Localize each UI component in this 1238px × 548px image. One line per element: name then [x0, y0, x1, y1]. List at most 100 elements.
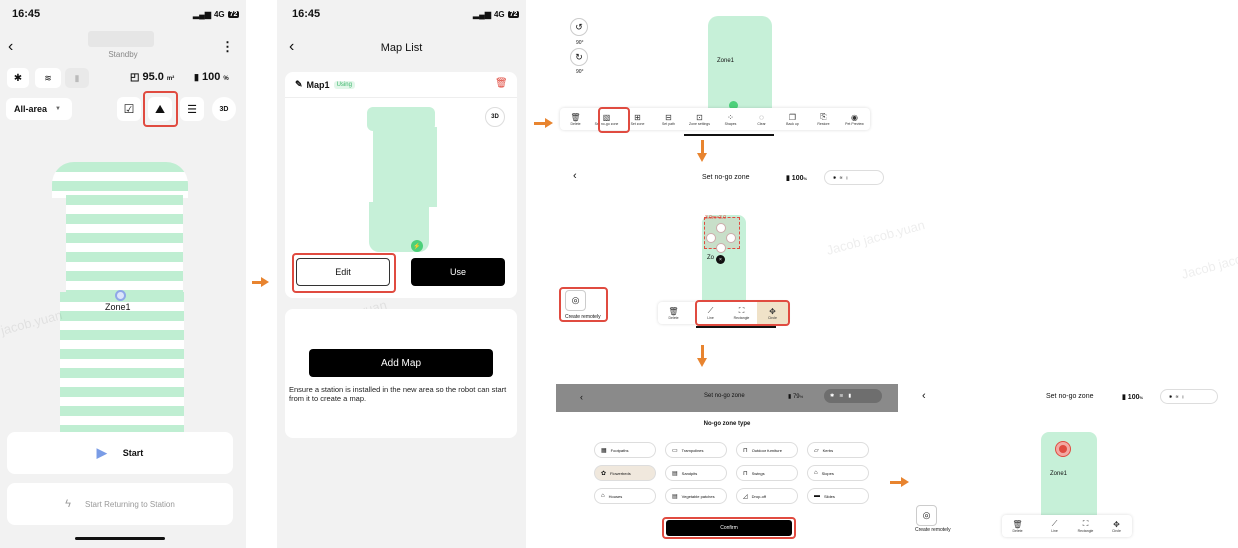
clear-icon: ◌ [759, 112, 764, 122]
toolbar-zone-settings[interactable]: ⊡ Zone settings [684, 108, 715, 130]
toolbar-label: Zone settings [688, 121, 710, 126]
battery-unit: % [1139, 395, 1144, 400]
toolbar-line[interactable]: ⟋ Line [1039, 515, 1070, 537]
type-option[interactable]: ▱ Kerbs [807, 442, 869, 458]
add-map-card: Add Map Ensure a station is installed in… [285, 309, 517, 438]
watermark: Jacob jacob.yuan [824, 217, 927, 258]
zone-label: Zo [707, 255, 715, 261]
type-option[interactable]: ⊓ Swings [736, 465, 798, 481]
status-indicators: ▂▄▆ 4G 72 [193, 10, 240, 19]
arrow-1-head [261, 277, 269, 287]
3d-view-button[interactable]: 3D [212, 97, 236, 121]
toolbar-back-up[interactable]: ❐ Back up [777, 108, 808, 130]
bluetooth-icon[interactable]: ✱ [833, 175, 836, 180]
rotate-right-icon[interactable]: ↻ [570, 48, 588, 66]
type-label: Trampolines [681, 447, 704, 453]
bluetooth-icon[interactable]: ✱ [830, 393, 834, 399]
toolbar-rectangle[interactable]: ⛶ Rectangle [1070, 515, 1101, 537]
type-label: Slopes [821, 470, 834, 476]
start-button[interactable]: ▶ Start [7, 432, 233, 474]
3d-view-button[interactable]: 3D [485, 107, 505, 127]
no-go-result-screen: ‹ Set no-go zone ▮ 100% ✱ ≋ ▮ Zone1 ◎ Cr… [908, 241, 1238, 548]
wifi-icon[interactable]: ≋ [35, 68, 61, 88]
type-option[interactable]: ⌂ Slopes [807, 465, 869, 481]
handle-top[interactable] [716, 223, 726, 233]
slide-icon: ▬ [814, 493, 820, 499]
toolbar-label: Delete [668, 315, 679, 320]
type-label: Houses [608, 493, 623, 499]
highlight-box [143, 91, 178, 127]
type-option[interactable]: ▤ Sandpits [665, 465, 727, 481]
wifi-icon[interactable]: ≋ [839, 393, 843, 399]
toolbar-clear[interactable]: ◌ Clear [746, 108, 777, 130]
trash-icon[interactable]: 🗑 [495, 78, 508, 89]
edit-map-screen: ↺ 90° ↻ 90° Zone1 🗑 Delete ▧ Set no-go zon… [530, 0, 890, 140]
page-title: Set no-go zone [702, 174, 750, 181]
network-label: 4G [213, 10, 225, 19]
area-select[interactable]: All-area ▼ [6, 98, 72, 120]
no-go-zone-circle[interactable] [1055, 441, 1071, 457]
toolbar-restore[interactable]: ⎘ Restore [808, 108, 839, 130]
add-map-button[interactable]: Add Map [309, 349, 493, 377]
toolbar-delete[interactable]: 🗑 Delete [560, 108, 591, 130]
handle-bottom[interactable] [716, 243, 726, 253]
more-icon[interactable]: ⋮ [221, 39, 234, 55]
rotate-left-icon[interactable]: ↺ [570, 18, 588, 36]
toolbar-pet-preview[interactable]: ◉ Pet Preview [839, 108, 870, 130]
toolbar-delete[interactable]: 🗑 Delete [1002, 515, 1033, 537]
back-icon[interactable]: ‹ [922, 390, 926, 402]
start-label: Start [122, 448, 144, 458]
settings-button[interactable]: ☰ [180, 97, 204, 121]
bluetooth-icon[interactable]: ✱ [1169, 394, 1172, 399]
use-button[interactable]: Use [411, 258, 505, 286]
create-remotely-button[interactable]: ◎ [916, 505, 937, 526]
type-option[interactable]: ✿ Flowerbeds [594, 465, 656, 481]
toolbar-label: Shapes [724, 121, 737, 126]
device-name-redacted [88, 31, 154, 47]
map-card-header: ✎ Map1 Using [295, 79, 355, 90]
handle-left[interactable] [706, 233, 716, 243]
toolbar-delete[interactable]: 🗑 Delete [658, 302, 689, 324]
type-label: Kerbs [822, 447, 834, 453]
toolbar-label: Set zone [630, 121, 645, 126]
return-label: Start Returning to Station [85, 499, 175, 509]
close-icon[interactable]: × [716, 255, 725, 264]
wifi-icon[interactable]: ≋ [839, 175, 842, 180]
return-station-button[interactable]: ϟ Start Returning to Station [7, 483, 233, 525]
circle-icon: ✥ [1113, 519, 1120, 529]
bluetooth-icon[interactable]: ✱ [7, 68, 29, 88]
battery-badge: 72 [507, 11, 520, 18]
battery-unit: % [803, 176, 808, 181]
type-option[interactable]: ◿ Drop-off [736, 488, 798, 504]
area-value: 95.0 [142, 71, 164, 83]
edit-pencil-icon[interactable]: ✎ [295, 79, 303, 90]
cellular-icon[interactable]: ▮ [848, 393, 851, 399]
type-option[interactable]: ▬ Slides [807, 488, 869, 504]
battery-value: 100 [1127, 394, 1140, 401]
type-option[interactable]: ▭ Trampolines [665, 442, 727, 458]
type-label: Sandpits [681, 470, 698, 476]
toolbar-circle[interactable]: ✥ Circle [1101, 515, 1132, 537]
page-title: Set no-go zone [1046, 393, 1094, 400]
back-icon[interactable]: ‹ [573, 170, 577, 182]
arrow-3-shaft [701, 140, 704, 154]
type-option[interactable]: ▤ Vegetable patches [665, 488, 727, 504]
type-option[interactable]: ▦ Footpaths [594, 442, 656, 458]
cellular-icon[interactable]: ▮ [1182, 394, 1184, 399]
watermark: jacob.yuan [0, 307, 64, 338]
handle-right[interactable] [726, 233, 736, 243]
map-name: Map1 [306, 79, 330, 90]
wifi-icon[interactable]: ≋ [1175, 394, 1178, 399]
toolbar-shapes[interactable]: ⁘ Shapes [715, 108, 746, 130]
cellular-icon[interactable]: ▮ [65, 68, 89, 88]
signal-icon: ▂▄▆ [473, 10, 491, 19]
cellular-icon[interactable]: ▮ [846, 175, 848, 180]
toolbar-set-path[interactable]: ⊟ Set path [653, 108, 684, 130]
schedule-button[interactable]: ☑ [117, 97, 141, 121]
back-icon[interactable]: ‹ [580, 392, 583, 402]
target-icon: ◎ [922, 510, 931, 520]
type-option[interactable]: ⊓ Outdoor furniture [736, 442, 798, 458]
type-label: Footpaths [610, 447, 629, 453]
trash-icon: 🗑 [1012, 519, 1023, 529]
type-option[interactable]: ⌂ Houses [594, 488, 656, 504]
